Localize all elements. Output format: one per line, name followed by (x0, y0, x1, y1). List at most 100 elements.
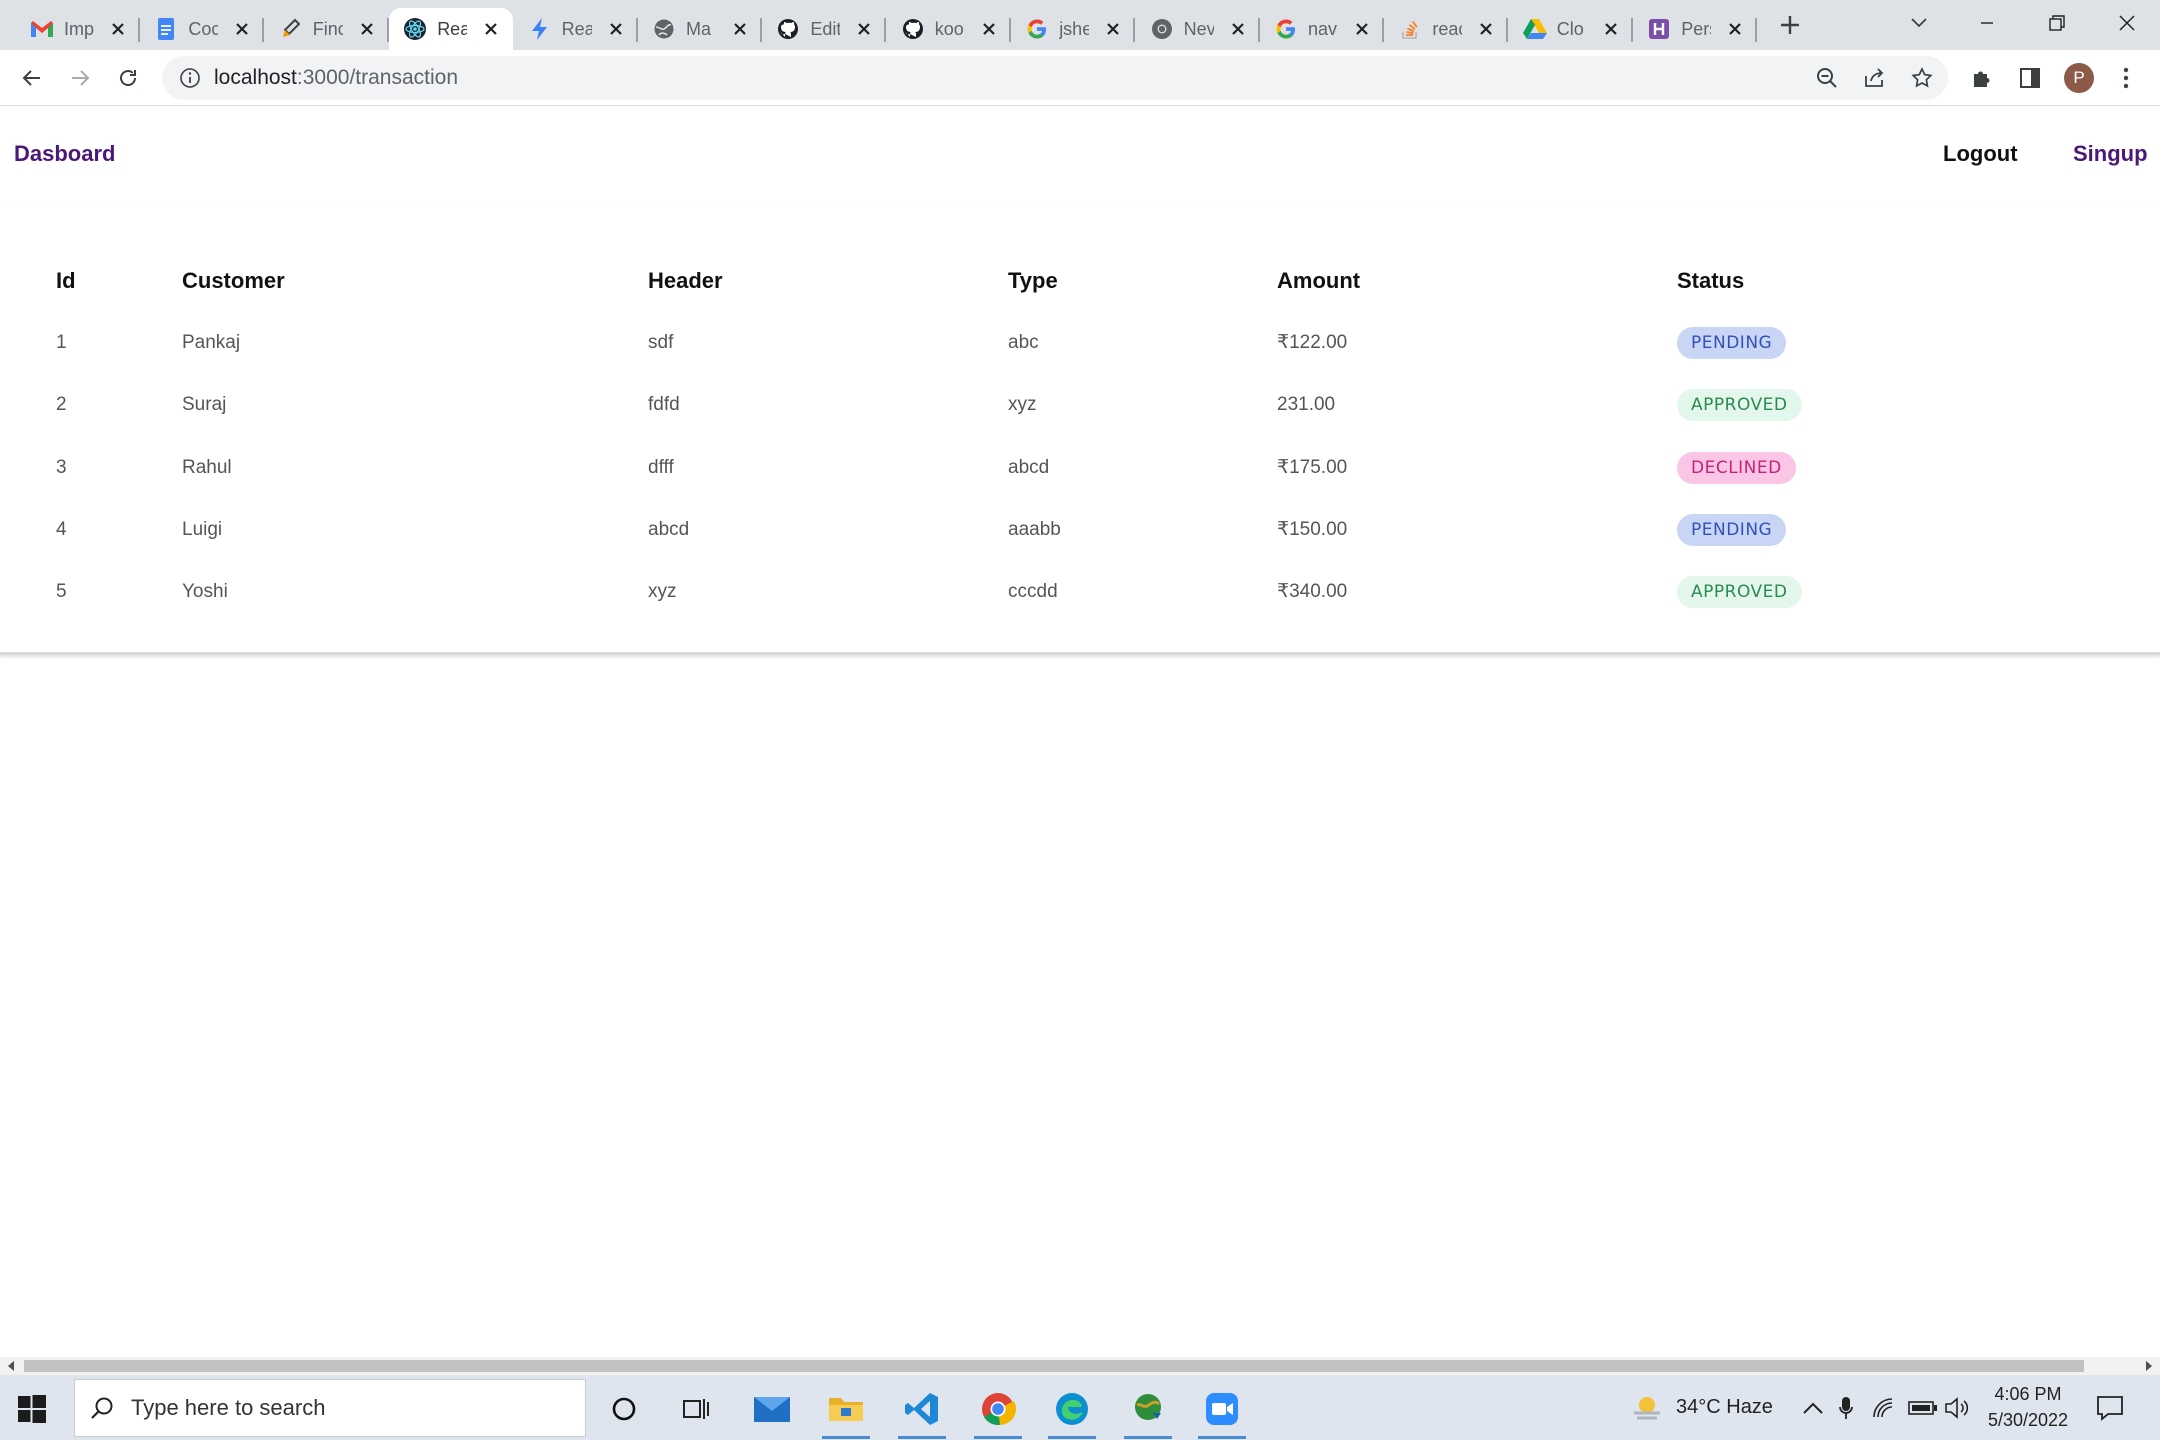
browser-tab[interactable]: Rea (514, 8, 638, 50)
browser-tab[interactable]: Coc (140, 8, 265, 50)
browser-tab[interactable]: koo (887, 8, 1011, 50)
tab-close-icon[interactable] (108, 19, 128, 39)
address-bar[interactable]: localhost:3000/transaction (162, 56, 1948, 100)
cell-amount: ₹175.00 (1277, 456, 1348, 478)
start-button[interactable] (14, 1391, 50, 1427)
tab-close-icon[interactable] (1352, 19, 1372, 39)
profile-button[interactable]: P (2063, 62, 2095, 94)
share-button[interactable] (1858, 62, 1890, 94)
tab-close-icon[interactable] (1103, 19, 1123, 39)
browser-tab[interactable]: Ma (638, 8, 762, 50)
tab-title: Rea (561, 18, 592, 39)
browser-tab[interactable]: Edit (762, 8, 887, 50)
windows-logo-icon (18, 1395, 46, 1423)
tab-close-icon[interactable] (1601, 19, 1621, 39)
info-icon[interactable] (178, 66, 202, 90)
scroll-right-icon[interactable] (2144, 1361, 2154, 1371)
tab-close-icon[interactable] (979, 19, 999, 39)
arrow-right-icon (72, 70, 90, 86)
new-tab-button[interactable] (1774, 12, 1806, 38)
cell-header: xyz (648, 581, 677, 603)
browser-tab[interactable]: Pers (1633, 8, 1758, 50)
dashboard-link[interactable]: Dasboard (14, 141, 115, 167)
browser-tab[interactable]: Nev (1136, 8, 1260, 50)
cell-header: abcd (648, 518, 690, 540)
tab-close-icon[interactable] (1725, 19, 1745, 39)
battery-tray[interactable] (1908, 1375, 1938, 1440)
forward-button[interactable] (64, 62, 96, 94)
tab-close-icon[interactable] (1476, 19, 1496, 39)
menu-button[interactable] (2110, 62, 2142, 94)
tab-title: Clo (1556, 18, 1584, 39)
tab-close-icon[interactable] (232, 19, 252, 39)
download-manager-app[interactable] (1116, 1383, 1180, 1439)
minimize-button[interactable] (1954, 0, 2020, 46)
browser-tab[interactable]: Rea (389, 8, 514, 50)
back-button[interactable] (16, 62, 48, 94)
tab-title: Nev (1183, 18, 1214, 39)
tab-close-icon[interactable] (1228, 19, 1248, 39)
browser-tab[interactable]: Clo (1509, 8, 1633, 50)
edge-app[interactable] (1040, 1383, 1104, 1439)
microphone-icon (1839, 1396, 1853, 1419)
file-explorer-app[interactable] (814, 1383, 878, 1439)
signup-link[interactable]: Singup (2073, 141, 2148, 167)
zoom-app[interactable] (1190, 1383, 1254, 1439)
tab-close-icon[interactable] (854, 19, 874, 39)
tab-close-icon[interactable] (606, 19, 626, 39)
tab-search-button[interactable] (1886, 0, 1952, 46)
close-icon (2119, 15, 2135, 31)
side-panel-button[interactable] (2014, 62, 2046, 94)
chrome-app[interactable] (966, 1383, 1030, 1439)
chrome-icon (1150, 17, 1174, 41)
browser-tab[interactable]: reac (1384, 8, 1509, 50)
chrome-icon (982, 1393, 1016, 1426)
browser-tab[interactable]: jshe (1011, 8, 1136, 50)
close-window-button[interactable] (2094, 0, 2160, 46)
scrollbar-thumb[interactable] (24, 1360, 2084, 1372)
vscode-app[interactable] (890, 1383, 954, 1439)
extensions-button[interactable] (1966, 62, 1998, 94)
top-nav: Dasboard Logout Singup (0, 107, 2160, 203)
weather-widget[interactable]: 34°C Haze (1630, 1375, 1773, 1440)
task-view-icon (683, 1399, 709, 1419)
tab-close-icon[interactable] (730, 19, 750, 39)
reload-icon (120, 70, 136, 86)
weather-text: 34°C Haze (1676, 1396, 1773, 1418)
tab-separator (1755, 18, 1758, 42)
tab-close-icon[interactable] (481, 19, 501, 39)
task-view-button[interactable] (664, 1383, 728, 1435)
arrow-left-icon (22, 70, 40, 86)
horizontal-scrollbar[interactable] (0, 1357, 2160, 1375)
col-type-header: Type (1008, 268, 1058, 293)
zoom-button[interactable] (1811, 62, 1843, 94)
cell-id: 4 (56, 518, 67, 540)
volume-tray[interactable] (1944, 1375, 1970, 1440)
notification-center-button[interactable] (2096, 1375, 2124, 1440)
gmail-icon (30, 17, 54, 41)
url-path: :3000/transaction (296, 66, 458, 89)
logout-link[interactable]: Logout (1943, 141, 2018, 167)
restore-button[interactable] (2024, 0, 2090, 46)
cortana-button[interactable] (592, 1383, 656, 1435)
col-header-header: Header (648, 268, 723, 293)
bookmark-button[interactable] (1906, 62, 1938, 94)
tab-title: reac (1432, 18, 1462, 39)
vscode-icon (905, 1393, 938, 1425)
browser-tab[interactable]: nav (1260, 8, 1384, 50)
transactions-panel: Id Customer Header Type Amount Status 1 P… (0, 203, 2160, 655)
system-clock[interactable]: 4:06 PM 5/30/2022 (1978, 1381, 2078, 1433)
show-hidden-icons-button[interactable] (1802, 1375, 1824, 1440)
plus-icon (1781, 16, 1799, 34)
tab-close-icon[interactable] (357, 19, 377, 39)
scroll-left-icon[interactable] (6, 1361, 16, 1371)
network-tray[interactable] (1872, 1375, 1898, 1440)
mail-app[interactable] (740, 1383, 804, 1435)
page-content: Dasboard Logout Singup Id Customer Heade… (0, 107, 2160, 1357)
cell-type: aaabb (1008, 518, 1061, 540)
reload-button[interactable] (112, 62, 144, 94)
browser-tab[interactable]: Imp (16, 8, 140, 50)
browser-tab[interactable]: Finc (265, 8, 389, 50)
microphone-tray[interactable] (1838, 1375, 1854, 1440)
taskbar-search-box[interactable]: Type here to search (74, 1379, 586, 1437)
